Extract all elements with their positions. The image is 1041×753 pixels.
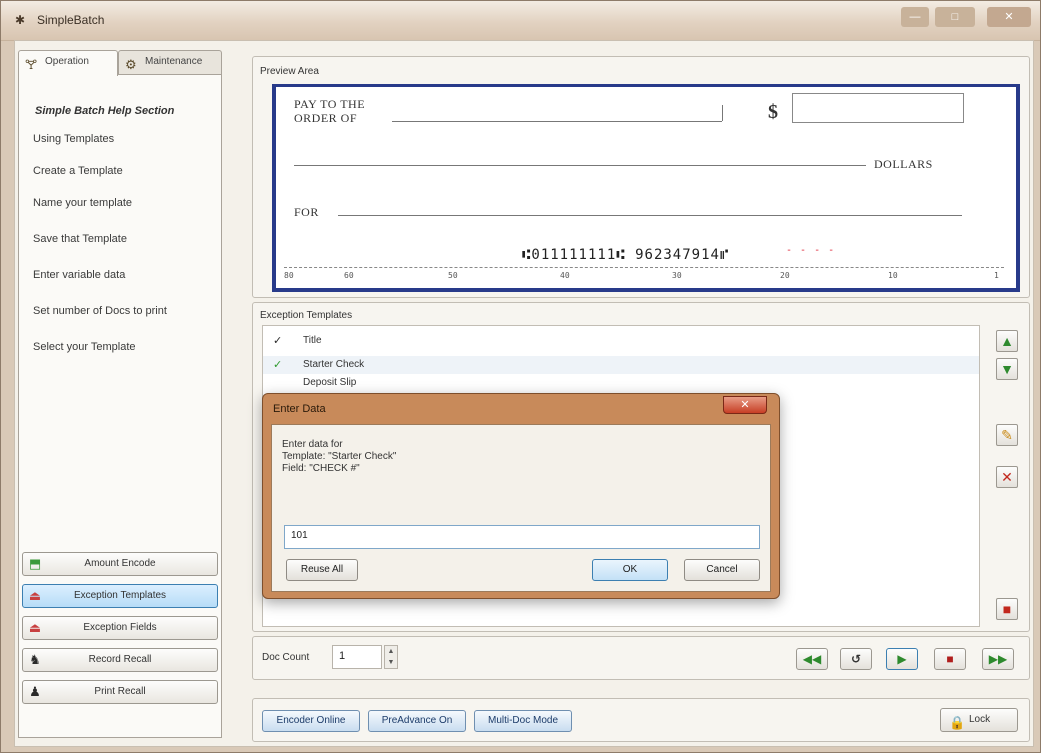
help-item[interactable]: Create a Template (33, 165, 123, 177)
ruler-number: 40 (560, 271, 570, 280)
multi-doc-mode-button[interactable]: Multi-Doc Mode (474, 710, 572, 732)
ruler-number: 50 (448, 271, 458, 280)
ruler-number: 20 (780, 271, 790, 280)
cancel-button[interactable]: Cancel (684, 559, 760, 581)
encoder-online-button[interactable]: Encoder Online (262, 710, 360, 732)
move-up-button[interactable]: ▲ (996, 330, 1018, 352)
ruler-number: 60 (344, 271, 354, 280)
move-down-button[interactable]: ▼ (996, 358, 1018, 380)
record-recall-label: Record Recall (88, 654, 152, 665)
list-item-label: Deposit Slip (303, 377, 357, 388)
help-item[interactable]: Enter variable data (33, 269, 125, 281)
exception-templates-label: Exception Templates (260, 310, 353, 321)
save-button[interactable]: ■ (996, 598, 1018, 620)
delete-button[interactable]: ✕ (996, 466, 1018, 488)
dialog-template-name: Template: "Starter Check" (282, 451, 397, 462)
help-item[interactable]: Save that Template (33, 233, 127, 245)
lock-button[interactable]: 🔒 Lock (940, 708, 1018, 732)
dialog-close-button[interactable]: ✕ (723, 396, 767, 414)
help-item[interactable]: Using Templates (33, 133, 114, 145)
dollar-sign: $ (768, 101, 779, 123)
last-button[interactable]: ▶▶ (982, 648, 1014, 670)
payee-line-end (722, 105, 723, 121)
maximize-button[interactable]: □ (935, 7, 975, 27)
dialog-title: Enter Data (273, 403, 326, 415)
doc-count-stepper[interactable]: ▲ ▼ (384, 645, 398, 669)
list-item[interactable]: ✓ Title (263, 332, 979, 350)
ruler-number: 30 (672, 271, 682, 280)
micr-marks: - - - - (786, 245, 836, 256)
preview-area-label: Preview Area (260, 66, 319, 77)
exception-templates-label: Exception Templates (73, 590, 167, 601)
template-icon: ⏏ (28, 588, 42, 603)
data-input[interactable]: 101 (284, 525, 760, 549)
gear-icon: ⚙ (125, 57, 137, 72)
field-icon: ⏏ (28, 620, 42, 635)
list-item[interactable]: Deposit Slip (263, 374, 979, 392)
recall-icon: ♞ (29, 652, 41, 667)
tab-operation-label: Operation (45, 56, 89, 67)
tab-strip: 🝖 Operation ⚙ Maintenance (18, 50, 222, 76)
amount-encode-label: Amount Encode (84, 558, 156, 569)
reset-button[interactable]: ↺ (840, 648, 872, 670)
help-title: Simple Batch Help Section (35, 105, 175, 117)
dialog-prompt: Enter data for (282, 439, 343, 450)
first-button[interactable]: ◀◀ (796, 648, 828, 670)
tab-maintenance-label: Maintenance (145, 56, 203, 67)
encode-icon: ⬒ (28, 556, 42, 571)
help-item[interactable]: Name your template (33, 197, 132, 209)
list-item-label: Starter Check (303, 359, 365, 370)
edit-button[interactable]: ✎ (996, 424, 1018, 446)
app-logo-icon: ✱ (15, 13, 26, 27)
exception-templates-button[interactable]: ⏏ Exception Templates (22, 584, 218, 608)
print-recall-button[interactable]: ♟ Print Recall (22, 680, 218, 704)
help-item[interactable]: Set number of Docs to print (33, 305, 167, 317)
payee-line (392, 121, 722, 122)
dollars-label: DOLLARS (874, 157, 933, 171)
amount-encode-button[interactable]: ⬒ Amount Encode (22, 552, 218, 576)
title-bar: ✱ SimpleBatch — □ ✕ (1, 1, 1040, 41)
stop-button[interactable]: ■ (934, 648, 966, 670)
amount-words-line (294, 165, 866, 166)
dialog-body: Enter data for Template: "Starter Check"… (271, 424, 771, 592)
doc-count-input[interactable]: 1 (332, 645, 382, 669)
pay-to-label-2: ORDER OF (294, 111, 358, 125)
doc-count-label: Doc Count (262, 652, 310, 663)
ruler-number: 1 (994, 271, 999, 280)
list-item[interactable]: ✓ Starter Check (263, 356, 979, 374)
minimize-button[interactable]: — (901, 7, 929, 27)
reuse-all-button[interactable]: Reuse All (286, 559, 358, 581)
exception-fields-label: Exception Fields (83, 622, 157, 633)
micr-line: ⑆011111111⑆ 962347914⑈ (522, 247, 730, 263)
tab-operation[interactable]: 🝖 Operation (18, 50, 118, 76)
memo-label: FOR (294, 205, 319, 219)
preadvance-button[interactable]: PreAdvance On (368, 710, 466, 732)
window-title: SimpleBatch (37, 13, 105, 27)
exception-fields-button[interactable]: ⏏ Exception Fields (22, 616, 218, 640)
close-button[interactable]: ✕ (987, 7, 1031, 27)
memo-line (338, 215, 962, 216)
dialog-field-name: Field: "CHECK #" (282, 463, 360, 474)
flask-icon: 🝖 (25, 57, 38, 72)
check-preview: PAY TO THE ORDER OF $ DOLLARS FOR ⑆01111… (272, 84, 1020, 292)
ok-button[interactable]: OK (592, 559, 668, 581)
play-button[interactable]: ▶ (886, 648, 918, 670)
check-mark-icon: ✓ (273, 359, 283, 371)
help-item[interactable]: Select your Template (33, 341, 136, 353)
pay-to-label-1: PAY TO THE (294, 97, 366, 111)
enter-data-dialog: Enter Data ✕ Enter data for Template: "S… (262, 393, 780, 599)
lock-icon: 🔒 (949, 715, 966, 730)
amount-box (792, 93, 964, 123)
record-recall-button[interactable]: ♞ Record Recall (22, 648, 218, 672)
check-mark-icon: ✓ (273, 335, 283, 347)
ruler-number: 10 (888, 271, 898, 280)
print-icon: ♟ (29, 684, 41, 699)
lock-label: Lock (969, 714, 991, 725)
print-recall-label: Print Recall (94, 686, 146, 697)
tab-maintenance[interactable]: ⚙ Maintenance (118, 50, 222, 74)
ruler-number: 80 (284, 271, 294, 280)
list-item-label: Title (303, 335, 322, 346)
